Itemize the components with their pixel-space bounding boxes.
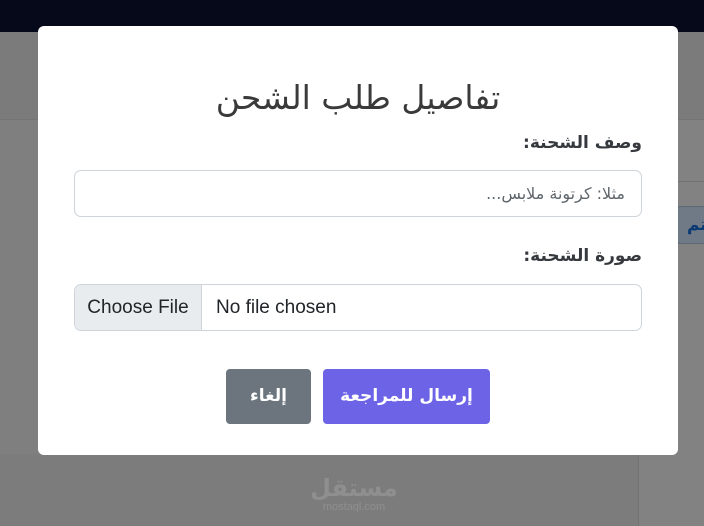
background-tab-label: تم — [687, 215, 704, 235]
description-label: وصف الشحنة: — [523, 133, 642, 153]
shipping-order-modal: تفاصيل طلب الشحن وصف الشحنة: صورة الشحنة… — [38, 26, 678, 455]
description-input[interactable] — [74, 170, 642, 217]
cancel-button[interactable]: إلغاء — [226, 369, 311, 424]
background-tab: تم — [676, 206, 704, 244]
photo-file-input[interactable]: Choose File No file chosen — [74, 284, 642, 331]
watermark-url: mostaql.com — [322, 501, 386, 513]
choose-file-button[interactable]: Choose File — [75, 285, 202, 330]
modal-title: تفاصيل طلب الشحن — [215, 78, 501, 117]
watermark-logo-text: مستقل — [310, 474, 398, 502]
watermark: مستقل mostaql.com — [306, 475, 402, 513]
photo-label: صورة الشحنة: — [523, 246, 642, 266]
file-status-text: No file chosen — [216, 297, 337, 318]
submit-for-review-button[interactable]: إرسال للمراجعة — [323, 369, 490, 424]
